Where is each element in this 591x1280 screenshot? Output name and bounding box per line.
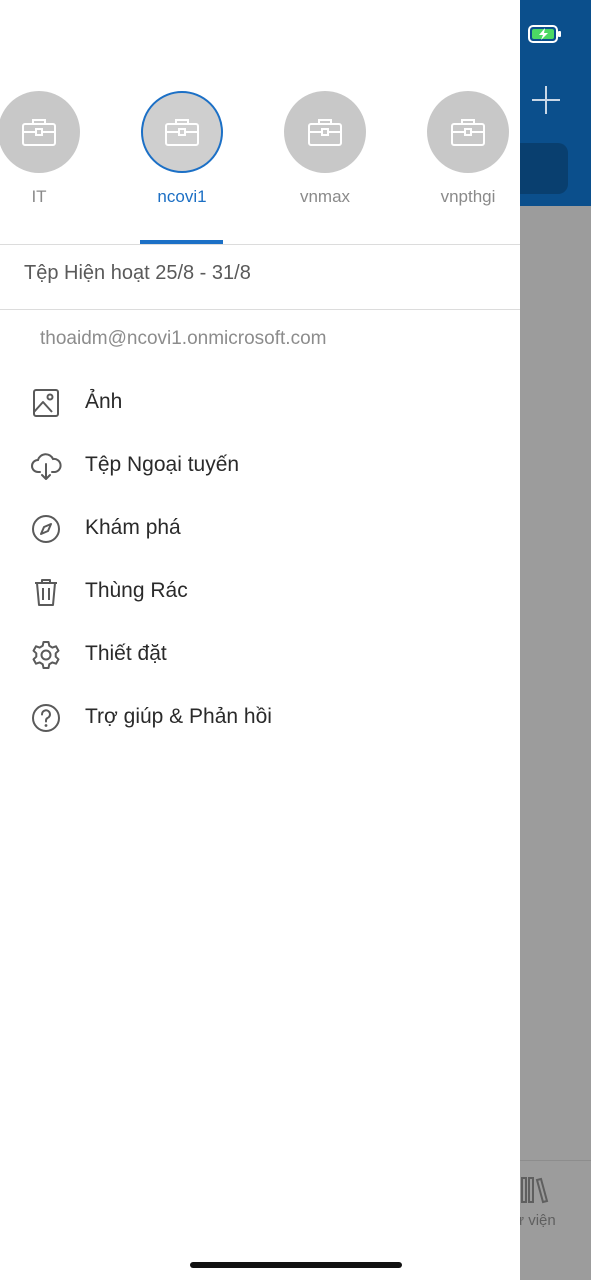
account-vnmax[interactable]: vnmax xyxy=(265,91,385,207)
account-it[interactable]: IT xyxy=(0,91,99,207)
menu-item-settings[interactable]: Thiết đặt xyxy=(0,627,520,681)
divider xyxy=(0,309,520,310)
battery-icon xyxy=(528,25,561,43)
briefcase-icon xyxy=(308,119,342,146)
menu-item-recycle-bin[interactable]: Thùng Rác xyxy=(0,564,520,618)
library-tab-label[interactable]: ư viện xyxy=(520,1212,556,1229)
account-avatar[interactable] xyxy=(141,91,223,173)
image-icon xyxy=(33,389,59,417)
briefcase-icon xyxy=(22,119,56,146)
briefcase-icon xyxy=(165,119,199,146)
recent-files-link[interactable]: Tệp Hiện hoạt 25/8 - 31/8 xyxy=(24,262,251,285)
help-icon xyxy=(32,704,60,732)
account-avatar[interactable] xyxy=(427,91,509,173)
account-label: vnpthgi xyxy=(440,187,496,206)
account-label: vnmax xyxy=(299,187,351,206)
account-email: thoaidm@ncovi1.onmicrosoft.com xyxy=(40,328,327,349)
account-avatar[interactable] xyxy=(284,91,366,173)
menu-item-discover[interactable]: Khám phá xyxy=(0,501,520,555)
divider xyxy=(0,244,520,245)
menu-item-label: Tệp Ngoại tuyến xyxy=(85,453,240,476)
background-app[interactable]: ư viện xyxy=(520,0,591,1280)
compass-icon xyxy=(32,515,60,543)
menu-item-help-feedback[interactable]: Trợ giúp & Phản hồi xyxy=(0,690,520,744)
menu-item-photos[interactable]: Ảnh xyxy=(0,375,520,429)
home-indicator[interactable] xyxy=(190,1262,402,1268)
menu-item-offline-files[interactable]: Tệp Ngoại tuyến xyxy=(0,438,520,492)
account-vnpthgi[interactable]: vnpthgi xyxy=(408,91,528,207)
menu-item-label: Thùng Rác xyxy=(85,579,188,602)
trash-icon xyxy=(35,579,57,606)
menu-item-label: Trợ giúp & Phản hồi xyxy=(85,705,272,728)
add-icon[interactable] xyxy=(532,86,560,114)
account-ncovi1[interactable]: ncovi1 xyxy=(122,91,242,207)
menu-item-label: Ảnh xyxy=(85,390,123,413)
briefcase-icon xyxy=(451,119,485,146)
background-header xyxy=(520,0,591,206)
gear-icon xyxy=(32,641,60,669)
menu-item-label: Thiết đặt xyxy=(85,642,167,665)
account-switcher: IT ncovi1 vnmax vnpthgi xyxy=(0,0,520,245)
cloud-download-icon xyxy=(31,453,62,480)
menu-item-label: Khám phá xyxy=(85,516,181,539)
library-icon[interactable] xyxy=(520,1174,550,1206)
navigation-drawer: IT ncovi1 vnmax vnpthgi Tệp Hiện hoạt 25… xyxy=(0,0,520,1280)
account-label: ncovi1 xyxy=(157,187,207,206)
account-label: IT xyxy=(31,187,47,206)
account-avatar[interactable] xyxy=(0,91,80,173)
